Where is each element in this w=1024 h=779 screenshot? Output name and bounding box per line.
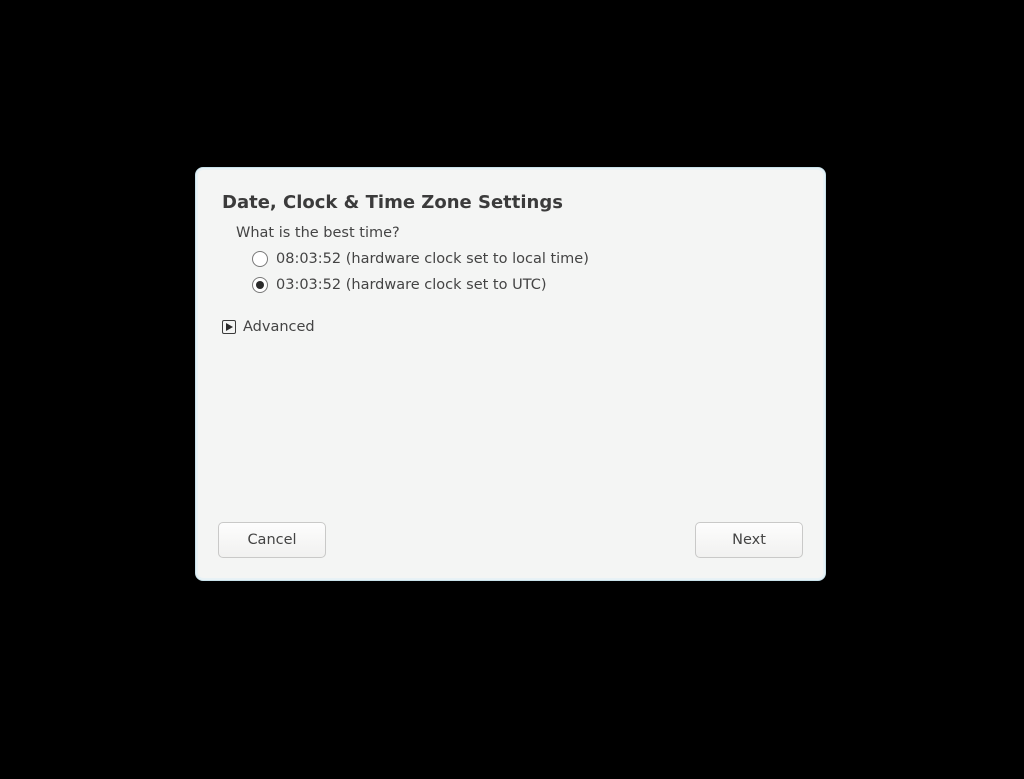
radio-option-local-time[interactable]: 08:03:52 (hardware clock set to local ti… <box>252 251 799 267</box>
radio-label-local: 08:03:52 (hardware clock set to local ti… <box>276 251 589 267</box>
radio-label-utc: 03:03:52 (hardware clock set to UTC) <box>276 277 546 293</box>
next-button[interactable]: Next <box>695 522 803 558</box>
radio-option-utc[interactable]: 03:03:52 (hardware clock set to UTC) <box>252 277 799 293</box>
dialog-button-bar: Cancel Next <box>196 512 825 580</box>
timezone-settings-dialog: Date, Clock & Time Zone Settings What is… <box>195 167 826 581</box>
advanced-expander[interactable]: Advanced <box>222 319 799 335</box>
dialog-content: Date, Clock & Time Zone Settings What is… <box>196 168 825 512</box>
radio-icon <box>252 251 268 267</box>
triangle-right-icon <box>222 320 236 334</box>
radio-icon <box>252 277 268 293</box>
dialog-title: Date, Clock & Time Zone Settings <box>222 192 799 213</box>
prompt-text: What is the best time? <box>236 225 799 241</box>
cancel-button[interactable]: Cancel <box>218 522 326 558</box>
advanced-label: Advanced <box>243 319 315 335</box>
time-radio-group: 08:03:52 (hardware clock set to local ti… <box>252 251 799 293</box>
